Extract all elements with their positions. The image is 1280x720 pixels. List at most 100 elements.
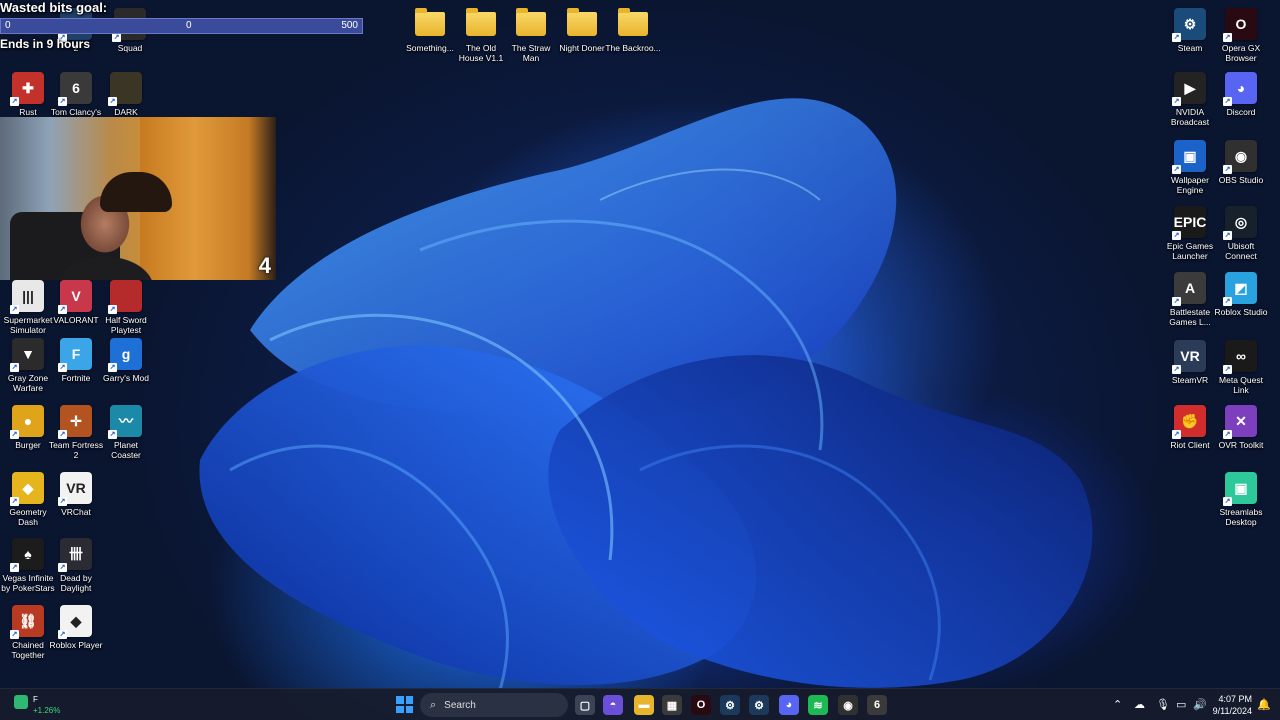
app-icon: ▣ ↗ — [1172, 140, 1206, 174]
shortcut-arrow-icon: ↗ — [1172, 430, 1181, 439]
desktop-folder[interactable]: Something... — [402, 8, 458, 53]
app-icon: ✕ ↗ — [1223, 405, 1257, 439]
app-icon: ◆ ↗ — [10, 472, 44, 506]
desktop-icon[interactable]: 6 ↗ Tom Clancy's — [48, 72, 104, 117]
cloud-icon[interactable]: ☁ — [1134, 698, 1145, 711]
folder-label: The Straw Man — [511, 43, 551, 63]
windows-logo-tile — [405, 696, 413, 704]
app-icon: ▣ ↗ — [1223, 472, 1257, 506]
app-icon: ✚ ↗ — [10, 72, 44, 106]
desktop-folder[interactable]: The Old House V1.1 — [453, 8, 509, 63]
desktop-icon[interactable]: ▣ ↗ Streamlabs Desktop — [1213, 472, 1269, 527]
copilot-icon[interactable]: ◓ — [603, 695, 623, 715]
shortcut-arrow-icon: ↗ — [10, 630, 19, 639]
app-icon: VR ↗ — [58, 472, 92, 506]
desktop-icon[interactable]: ◉ ↗ OBS Studio — [1213, 140, 1269, 185]
steam-icon-2[interactable]: ⚙ — [749, 695, 769, 715]
shortcut-arrow-icon: ↗ — [1172, 33, 1181, 42]
app-icon: ✛ ↗ — [58, 405, 92, 439]
desktop-icon-label: DARK — [114, 107, 138, 117]
desktop-icon[interactable]: ∞ ↗ Meta Quest Link — [1213, 340, 1269, 395]
app-icon: ◕ ↗ — [1223, 72, 1257, 106]
app-icon: ● ↗ — [10, 405, 44, 439]
desktop-icon[interactable]: ▶ ↗ NVIDIA Broadcast — [1162, 72, 1218, 127]
app-icon: ◉ ↗ — [1223, 140, 1257, 174]
rainbow-six-icon[interactable]: 6 — [867, 695, 887, 715]
windows-logo-tile — [396, 705, 404, 713]
app-icon: ◆ ↗ — [58, 605, 92, 639]
desktop-icon-label: Steam — [1177, 43, 1203, 53]
desktop-icon[interactable]: F ↗ Fortnite — [48, 338, 104, 383]
desktop-icon[interactable]: A ↗ Battlestate Games L... — [1162, 272, 1218, 327]
shortcut-arrow-icon: ↗ — [1223, 297, 1232, 306]
store-icon[interactable]: ▦ — [662, 695, 682, 715]
desktop-icon[interactable]: 〰 ↗ Planet Coaster — [98, 405, 154, 460]
goal-min: 0 — [5, 20, 11, 31]
goal-max: 500 — [341, 20, 358, 31]
desktop-icon-label: Half Sword Playtest — [105, 315, 147, 335]
search-box[interactable]: ⌕ Search — [420, 693, 568, 717]
shortcut-arrow-icon: ↗ — [1172, 365, 1181, 374]
desktop-icon[interactable]: O ↗ Opera GX Browser — [1213, 8, 1269, 63]
desktop-icon[interactable]: ◕ ↗ Discord — [1213, 72, 1269, 117]
desktop-icon-label: Battlestate Games L... — [1169, 307, 1211, 327]
desktop-icon-label: Planet Coaster — [111, 440, 141, 460]
shortcut-arrow-icon: ↗ — [10, 497, 19, 506]
desktop-icon-label: SteamVR — [1171, 375, 1209, 385]
network-icon[interactable]: ▭ — [1176, 698, 1186, 711]
stock-change: +1.26% — [33, 706, 61, 715]
chevron-up-icon[interactable]: ⌃ — [1113, 698, 1122, 711]
opera-gx-icon[interactable]: O — [691, 695, 711, 715]
search-placeholder: Search — [444, 699, 476, 711]
desktop-folder[interactable]: The Backroo... — [605, 8, 661, 53]
volume-icon[interactable]: 🔊 — [1193, 698, 1207, 711]
desktop-icon-label: Opera GX Browser — [1221, 43, 1261, 63]
stock-widget-icon[interactable] — [14, 695, 28, 709]
shortcut-arrow-icon: ↗ — [10, 563, 19, 572]
desktop-folder[interactable]: The Straw Man — [503, 8, 559, 63]
obs-icon[interactable]: ◉ — [838, 695, 858, 715]
shortcut-arrow-icon: ↗ — [1172, 97, 1181, 106]
clock-date[interactable]: 9/11/2024 — [1212, 706, 1252, 716]
desktop-icon[interactable]: ✕ ↗ OVR Toolkit — [1213, 405, 1269, 450]
desktop-folder[interactable]: Night Doner — [554, 8, 610, 53]
desktop-icon[interactable]: ◆ ↗ Roblox Player — [48, 605, 104, 650]
microphone-icon[interactable]: 🎙 — [1156, 698, 1170, 711]
desktop-icon[interactable]: ▣ ↗ Wallpaper Engine — [1162, 140, 1218, 195]
taskview-icon[interactable]: ▢ — [575, 695, 595, 715]
desktop-icon[interactable]: g ↗ Garry's Mod — [98, 338, 154, 383]
app-icon: 〰 ↗ — [108, 405, 142, 439]
spotify-icon[interactable]: ≋ — [808, 695, 828, 715]
discord-icon[interactable]: ◕ — [779, 695, 799, 715]
desktop-icon[interactable]: VR ↗ SteamVR — [1162, 340, 1218, 385]
shortcut-arrow-icon: ↗ — [1223, 165, 1232, 174]
desktop-icon[interactable]: 卌 ↗ Dead by Daylight — [48, 538, 104, 593]
windows-logo-tile — [405, 705, 413, 713]
desktop-icon[interactable]: ✊ ↗ Riot Client — [1162, 405, 1218, 450]
desktop-icon[interactable]: ◩ ↗ Roblox Studio — [1213, 272, 1269, 317]
desktop-icon-label: Wallpaper Engine — [1171, 175, 1209, 195]
desktop-icon[interactable]: EPIC ↗ Epic Games Launcher — [1162, 206, 1218, 261]
desktop-icon[interactable]: ◎ ↗ Ubisoft Connect — [1213, 206, 1269, 261]
shortcut-arrow-icon: ↗ — [1223, 365, 1232, 374]
steam-icon-1[interactable]: ⚙ — [720, 695, 740, 715]
webcam-counter: 4 — [258, 253, 271, 278]
folder-label: The Old House V1.1 — [458, 43, 504, 63]
desktop-icon[interactable]: ⚙ ↗ Steam — [1162, 8, 1218, 53]
notification-bell-icon[interactable]: 🔔 — [1257, 698, 1271, 711]
file-explorer-icon[interactable]: ▬ — [634, 695, 654, 715]
folder-label: Night Doner — [559, 43, 605, 53]
desktop-icon[interactable]: ↗ Half Sword Playtest — [98, 280, 154, 335]
start-button[interactable] — [396, 696, 413, 713]
desktop-icon-label: Riot Client — [1170, 440, 1210, 450]
clock-time[interactable]: 4:07 PM — [1214, 694, 1252, 704]
desktop-icon[interactable]: VR ↗ VRChat — [48, 472, 104, 517]
app-icon: ||| ↗ — [10, 280, 44, 314]
shortcut-arrow-icon: ↗ — [1223, 497, 1232, 506]
desktop-icon[interactable]: ↗ DARK — [98, 72, 154, 117]
shortcut-arrow-icon: ↗ — [108, 305, 117, 314]
desktop-icon[interactable]: ✛ ↗ Team Fortress 2 — [48, 405, 104, 460]
desktop-icon-label: Meta Quest Link — [1219, 375, 1263, 395]
app-icon: ↗ — [108, 72, 142, 106]
desktop-icon[interactable]: V ↗ VALORANT — [48, 280, 104, 325]
